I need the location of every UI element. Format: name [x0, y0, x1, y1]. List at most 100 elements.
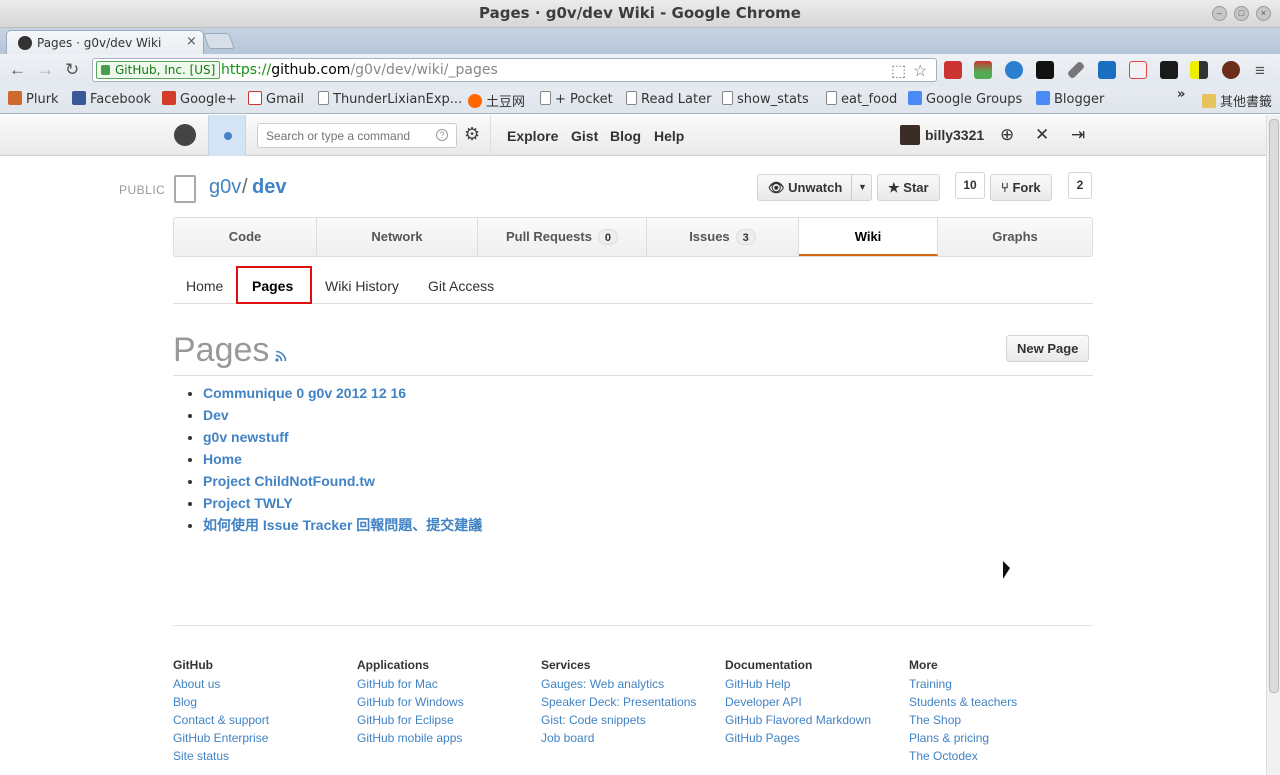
bookmark-facebook[interactable]: Facebook	[72, 91, 151, 107]
extension-icon-info[interactable]	[1036, 61, 1054, 79]
wiki-page-link[interactable]: 如何使用 Issue Tracker 回報問題、提交建議	[203, 515, 482, 537]
tab-close-icon[interactable]: ×	[186, 34, 197, 49]
fork-count[interactable]: 2	[1068, 172, 1092, 199]
bookmark-pocket[interactable]: + Pocket	[540, 91, 613, 107]
tab-issues[interactable]: Issues 3	[647, 218, 799, 256]
wiki-page-link[interactable]: Home	[203, 449, 482, 471]
footer-link[interactable]: The Shop	[909, 712, 1089, 730]
tab-code[interactable]: Code	[174, 218, 317, 256]
other-bookmarks-folder[interactable]: 其他書籤	[1202, 91, 1272, 110]
wiki-nav-pages[interactable]: Pages	[252, 278, 293, 294]
footer-link[interactable]: GitHub Pages	[725, 730, 905, 748]
new-page-button[interactable]: New Page	[1006, 335, 1090, 362]
scrollbar-thumb[interactable]	[1269, 119, 1279, 693]
chrome-menu-icon[interactable]: ≡	[1255, 61, 1265, 81]
wiki-page-link[interactable]: Project TWLY	[203, 493, 482, 515]
wiki-page-link[interactable]: g0v newstuff	[203, 427, 482, 449]
footer-link[interactable]: GitHub for Eclipse	[357, 712, 537, 730]
sign-out-icon[interactable]: ⇥	[1071, 125, 1085, 145]
footer-link[interactable]: Contact & support	[173, 712, 353, 730]
settings-gear-icon[interactable]: ⚙	[464, 124, 480, 145]
username-link[interactable]: billy3321	[925, 127, 984, 143]
footer-link[interactable]: Gist: Code snippets	[541, 712, 721, 730]
footer-link[interactable]: GitHub Help	[725, 676, 905, 694]
bookmark-gmail[interactable]: Gmail	[248, 91, 304, 107]
bookmark-blogger[interactable]: Blogger	[1036, 91, 1104, 107]
footer-link[interactable]: Site status	[173, 748, 353, 766]
page-action-icon[interactable]: ⬚	[891, 61, 906, 81]
wiki-nav-git-access[interactable]: Git Access	[428, 278, 494, 294]
caret-down-icon[interactable]: ▼	[851, 175, 867, 200]
footer-link[interactable]: Job board	[541, 730, 721, 748]
star-button[interactable]: ★ Star	[877, 174, 940, 201]
extension-icon-sync[interactable]	[1005, 61, 1023, 79]
forward-icon[interactable]: →	[37, 60, 54, 80]
bookmark-read-later[interactable]: Read Later	[626, 91, 711, 107]
extension-icon-k[interactable]	[1098, 61, 1116, 79]
repo-name-link[interactable]: dev	[252, 176, 286, 199]
bookmark-google-groups[interactable]: Google Groups	[908, 91, 1022, 107]
extension-icon-bookmark[interactable]	[944, 61, 962, 79]
tab-graphs[interactable]: Graphs	[938, 218, 1092, 256]
notifications-indicator[interactable]	[208, 115, 246, 156]
repo-owner-link[interactable]: g0v	[209, 176, 241, 199]
bookmark-star-icon[interactable]: ☆	[913, 61, 927, 81]
browser-tab-active[interactable]: Pages · g0v/dev Wiki ×	[6, 30, 204, 54]
footer-link[interactable]: Blog	[173, 694, 353, 712]
bookmark-eat-food[interactable]: eat_food	[826, 91, 897, 107]
fork-button[interactable]: ⑂ Fork	[990, 174, 1052, 201]
bookmark-thunderlixian[interactable]: ThunderLixianExp...	[318, 91, 462, 107]
footer-link[interactable]: Plans & pricing	[909, 730, 1089, 748]
account-settings-icon[interactable]: ✕	[1035, 125, 1049, 145]
address-bar[interactable]: GitHub, Inc. [US] https://github.com/g0v…	[92, 58, 937, 82]
extension-icon-pocket[interactable]	[1190, 61, 1208, 79]
extension-icon-avatar[interactable]	[1222, 61, 1240, 79]
nav-help[interactable]: Help	[654, 128, 684, 144]
footer-link[interactable]: The Octodex	[909, 748, 1089, 766]
footer-link[interactable]: GitHub for Mac	[357, 676, 537, 694]
bookmark-tudou[interactable]: 土豆网	[468, 91, 525, 110]
footer-link[interactable]: GitHub Flavored Markdown	[725, 712, 905, 730]
rss-feed-icon[interactable]	[275, 350, 287, 362]
wiki-page-link[interactable]: Communique 0 g0v 2012 12 16	[203, 383, 482, 405]
tab-wiki[interactable]: Wiki	[799, 218, 938, 256]
footer-link[interactable]: Training	[909, 676, 1089, 694]
url-text[interactable]: https://github.com/g0v/dev/wiki/_pages	[221, 62, 498, 78]
footer-link[interactable]: Gauges: Web analytics	[541, 676, 721, 694]
wiki-page-link[interactable]: Project ChildNotFound.tw	[203, 471, 482, 493]
extension-icon-mail[interactable]	[974, 61, 992, 79]
nav-gist[interactable]: Gist	[571, 128, 598, 144]
vertical-scrollbar[interactable]	[1266, 115, 1280, 775]
bookmark-show-stats[interactable]: show_stats	[722, 91, 809, 107]
tab-pull-requests[interactable]: Pull Requests 0	[478, 218, 647, 256]
footer-link[interactable]: Students & teachers	[909, 694, 1089, 712]
extension-icon-plusone[interactable]	[1129, 61, 1147, 79]
reload-icon[interactable]: ↻	[65, 60, 79, 80]
bookmarks-overflow-chevron[interactable]: »	[1177, 87, 1185, 102]
back-icon[interactable]: ←	[9, 60, 26, 80]
nav-blog[interactable]: Blog	[610, 128, 641, 144]
bookmark-google-plus[interactable]: Google+	[162, 91, 237, 107]
search-help-icon[interactable]: ?	[436, 129, 448, 141]
footer-link[interactable]: Developer API	[725, 694, 905, 712]
ev-certificate-badge[interactable]: GitHub, Inc. [US]	[96, 61, 221, 79]
bookmark-plurk[interactable]: Plurk	[8, 91, 59, 107]
minimize-button[interactable]: –	[1212, 6, 1227, 21]
wiki-page-link[interactable]: Dev	[203, 405, 482, 427]
nav-explore[interactable]: Explore	[507, 128, 558, 144]
new-tab-button[interactable]	[203, 33, 235, 49]
command-search-input[interactable]	[257, 123, 457, 148]
footer-link[interactable]: Speaker Deck: Presentations	[541, 694, 721, 712]
wiki-nav-home[interactable]: Home	[186, 278, 223, 294]
user-avatar[interactable]	[900, 125, 920, 145]
new-repo-icon[interactable]: ⊕	[1000, 125, 1014, 145]
close-window-button[interactable]: ×	[1256, 6, 1271, 21]
unwatch-button[interactable]: 👁 Unwatch ▼	[757, 174, 872, 201]
tab-network[interactable]: Network	[317, 218, 478, 256]
footer-link[interactable]: About us	[173, 676, 353, 694]
extension-icon-add[interactable]	[1160, 61, 1178, 79]
footer-link[interactable]: GitHub Enterprise	[173, 730, 353, 748]
github-logo-icon[interactable]	[174, 124, 196, 146]
maximize-button[interactable]: □	[1234, 6, 1249, 21]
wiki-nav-history[interactable]: Wiki History	[325, 278, 399, 294]
